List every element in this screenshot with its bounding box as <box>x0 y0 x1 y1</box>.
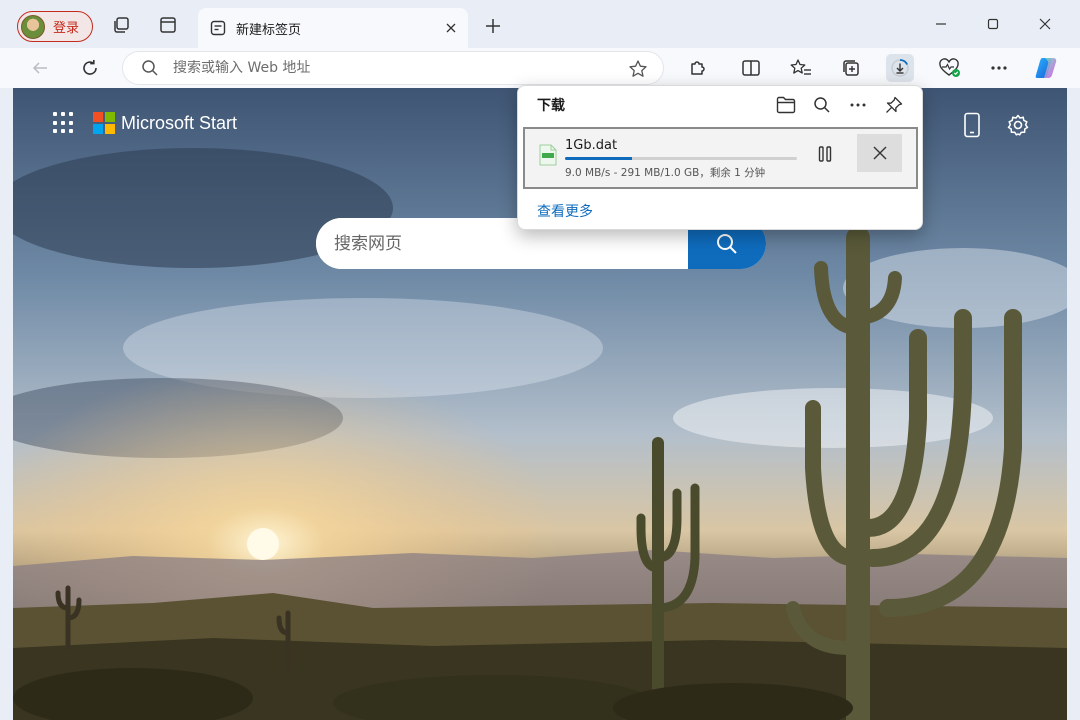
tab-strip: 登录 新建标签页 <box>0 0 1080 48</box>
settings-more-button[interactable] <box>985 54 1013 82</box>
profile-button[interactable]: 登录 <box>17 11 93 42</box>
extensions-button[interactable] <box>684 54 712 82</box>
downloads-title: 下载 <box>537 98 565 114</box>
plus-icon <box>486 19 500 33</box>
pause-download-button[interactable] <box>812 141 838 167</box>
download-item[interactable]: 1Gb.dat 9.0 MB/s - 291 MB/1.0 GB，剩余 1 分钟 <box>523 127 918 189</box>
new-tab-page-icon <box>210 20 226 36</box>
page-settings-button[interactable] <box>1003 110 1033 140</box>
maximize-icon <box>987 18 999 30</box>
browser-essentials-button[interactable] <box>936 54 964 82</box>
folder-icon <box>776 96 796 114</box>
address-input[interactable] <box>173 60 613 76</box>
star-icon <box>629 60 647 77</box>
workspaces-icon <box>114 17 129 33</box>
pin-downloads-button[interactable] <box>882 93 906 117</box>
mobile-app-button[interactable] <box>957 110 987 140</box>
download-progress-fill <box>565 157 633 160</box>
search-icon <box>814 97 830 113</box>
microsoft-start-brand[interactable]: Microsoft Start <box>121 113 237 134</box>
microsoft-logo-icon <box>93 112 115 134</box>
split-screen-button[interactable] <box>737 54 765 82</box>
refresh-button[interactable] <box>76 54 104 82</box>
minimize-button[interactable] <box>918 10 964 38</box>
copilot-button[interactable] <box>1032 54 1060 82</box>
close-icon <box>446 23 456 33</box>
download-status: 9.0 MB/s - 291 MB/1.0 GB，剩余 1 分钟 <box>565 167 766 179</box>
favorites-button[interactable] <box>787 54 815 82</box>
search-icon <box>142 60 158 76</box>
new-tab-button[interactable] <box>480 13 506 39</box>
heart-pulse-icon <box>939 58 960 77</box>
workspaces-button[interactable] <box>109 13 133 37</box>
more-dots-icon <box>850 103 866 107</box>
refresh-icon <box>83 60 97 75</box>
download-file-name[interactable]: 1Gb.dat <box>565 138 617 153</box>
cancel-download-button[interactable] <box>857 134 902 172</box>
back-button[interactable] <box>26 54 54 82</box>
profile-label: 登录 <box>53 21 80 36</box>
puzzle-icon <box>691 61 705 75</box>
collections-button[interactable] <box>837 54 865 82</box>
download-progress-bar <box>565 157 797 160</box>
split-screen-icon <box>742 60 760 76</box>
download-progress-icon <box>891 59 909 77</box>
avatar <box>21 14 45 39</box>
minimize-icon <box>936 23 946 25</box>
downloads-more-options-button[interactable] <box>846 93 870 117</box>
open-downloads-folder-button[interactable] <box>774 93 798 117</box>
maximize-button[interactable] <box>970 10 1016 38</box>
tab-close-button[interactable] <box>440 17 462 39</box>
file-icon <box>539 144 557 166</box>
search-icon <box>717 233 737 254</box>
more-dots-icon <box>991 66 1007 70</box>
microsoft-start-header: Microsoft Start <box>53 112 237 134</box>
phone-icon <box>964 112 980 138</box>
address-bar[interactable] <box>122 51 664 85</box>
search-downloads-button[interactable] <box>810 93 834 117</box>
arrow-left-icon <box>32 62 47 74</box>
tab-title: 新建标签页 <box>236 22 302 38</box>
pause-icon <box>818 146 832 162</box>
favorites-star-list-icon <box>790 59 811 75</box>
tab-new-tab[interactable]: 新建标签页 <box>198 8 468 48</box>
collections-icon <box>843 60 859 76</box>
see-more-link[interactable]: 查看更多 <box>537 201 593 221</box>
toolbar <box>0 48 1080 88</box>
downloads-button[interactable] <box>886 54 914 82</box>
pin-icon <box>886 96 903 113</box>
gear-icon <box>1007 114 1029 136</box>
close-icon <box>873 146 886 160</box>
vertical-tabs-button[interactable] <box>156 13 180 37</box>
add-favorite-button[interactable] <box>627 58 649 80</box>
close-icon <box>1039 18 1051 30</box>
downloads-flyout: 下载 1Gb.dat 9.0 MB/s - 291 MB/1.0 GB，剩余 1… <box>517 85 923 230</box>
close-window-button[interactable] <box>1022 10 1068 38</box>
app-launcher-icon[interactable] <box>53 112 75 134</box>
tab-actions-icon <box>160 17 176 33</box>
copilot-icon <box>1035 58 1057 78</box>
